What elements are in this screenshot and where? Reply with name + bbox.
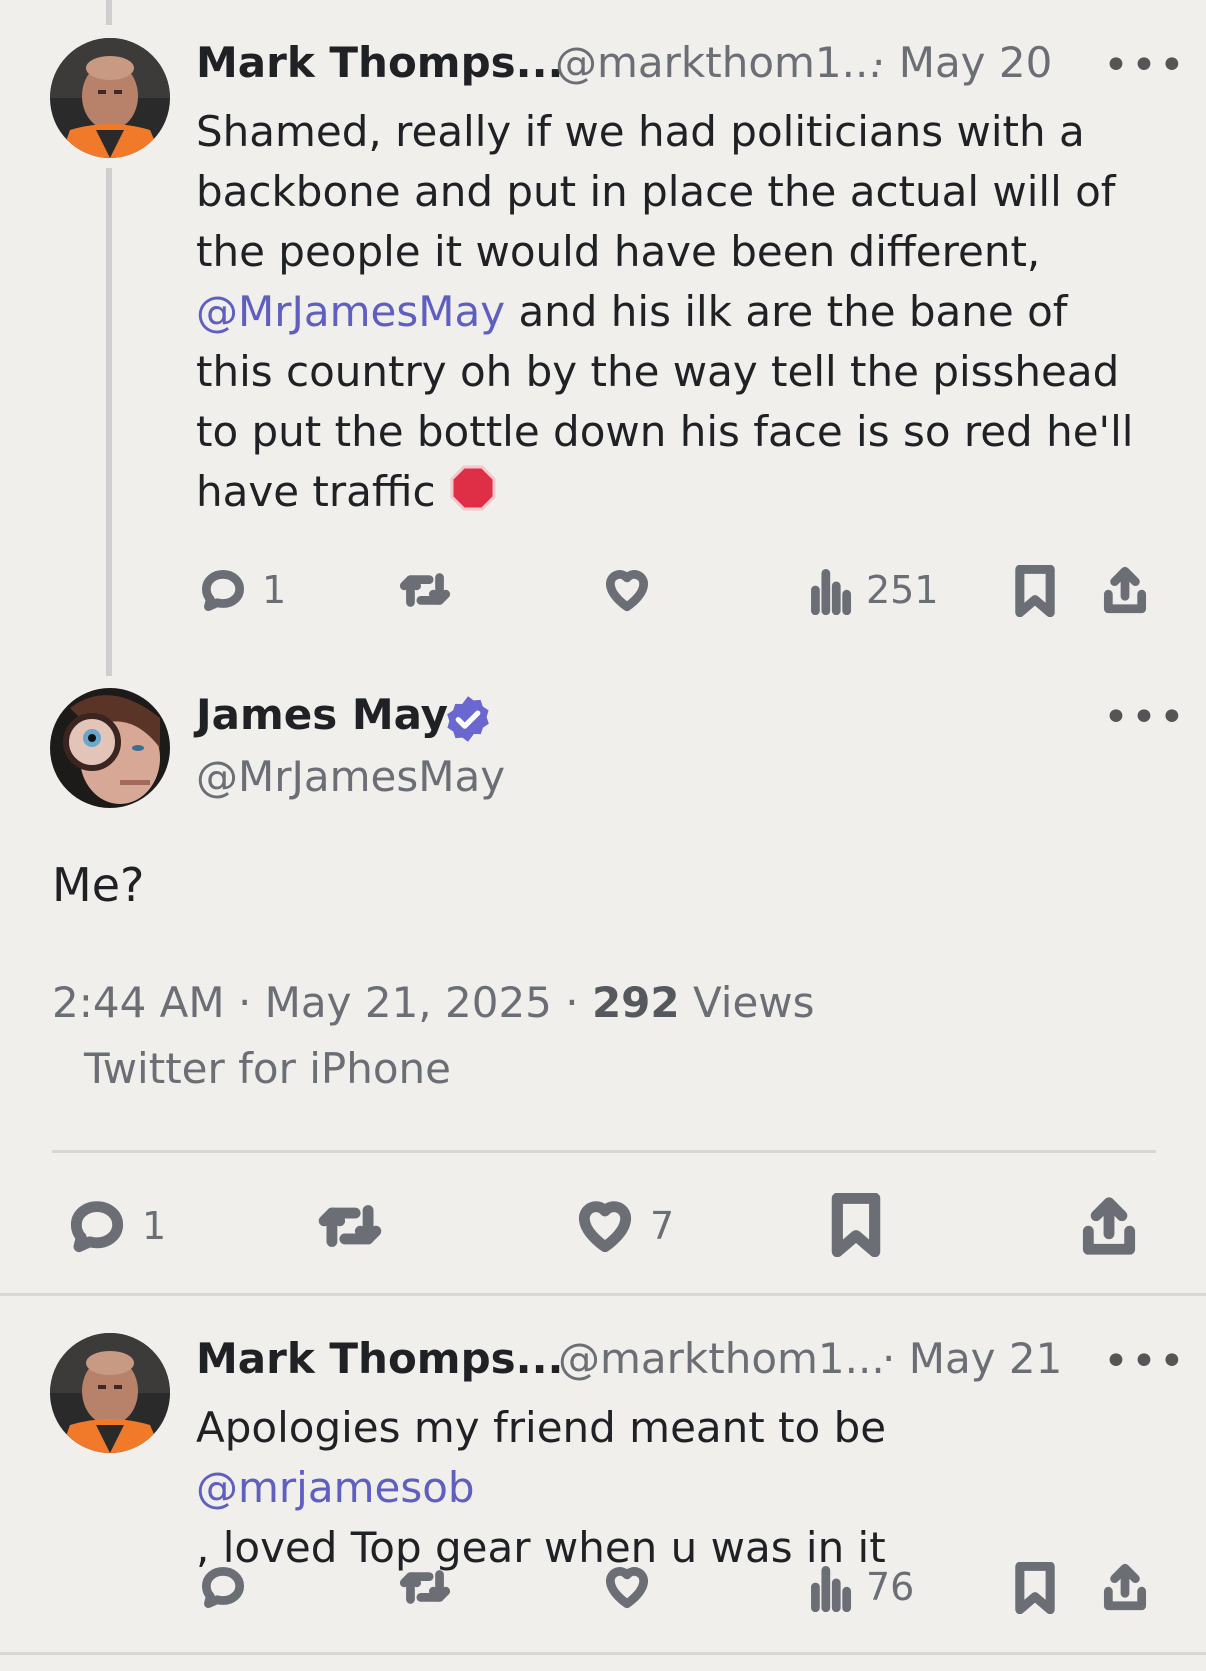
share-button[interactable]	[1078, 1195, 1140, 1257]
bookmark-button[interactable]	[1012, 1562, 1058, 1614]
divider	[0, 1652, 1206, 1655]
reply-count: 1	[142, 1204, 167, 1248]
analytics-icon	[811, 1565, 852, 1612]
like-count: 7	[650, 1204, 675, 1248]
tweet-text-part: Shamed, really if we had politicians wit…	[196, 107, 1116, 276]
reply-icon	[201, 1567, 245, 1609]
avatar-james-may[interactable]	[50, 688, 170, 808]
author-handle[interactable]: @markthom1...	[555, 38, 882, 87]
reply-button[interactable]: 1	[66, 1195, 166, 1257]
mention-link[interactable]: @MrJamesMay	[196, 287, 505, 336]
tweet-time[interactable]: 2:44 AM · May 21, 2025 ·	[52, 978, 592, 1027]
bookmark-button[interactable]	[828, 1193, 884, 1257]
tweet-text: Me?	[52, 858, 145, 912]
author-name[interactable]: Mark Thomps...	[196, 1334, 564, 1383]
heart-icon	[578, 1201, 632, 1253]
retweet-button[interactable]	[398, 1562, 452, 1612]
tweet-text: Apologies my friend meant to be @mrjames…	[196, 1398, 1156, 1578]
share-icon	[1082, 1197, 1136, 1255]
share-button[interactable]	[1100, 565, 1150, 615]
avatar-mark-thompson[interactable]	[50, 1333, 170, 1453]
stop-sign-icon	[449, 464, 497, 528]
verified-badge-icon	[442, 693, 494, 749]
share-icon	[1103, 566, 1147, 614]
tweet-source[interactable]: Twitter for iPhone	[84, 1044, 451, 1093]
reply-button[interactable]	[198, 1562, 248, 1612]
analytics-icon	[811, 568, 852, 615]
retweet-button[interactable]	[316, 1195, 384, 1257]
tweet-timestamp: 2:44 AM · May 21, 2025 · 292 Views	[52, 978, 815, 1027]
like-button[interactable]	[602, 1562, 652, 1612]
views-label: Views	[679, 978, 815, 1027]
tweet-text-part: , loved Top gear when u was in it	[196, 1523, 886, 1572]
divider	[0, 1293, 1206, 1296]
like-button[interactable]	[602, 565, 652, 615]
like-button[interactable]: 7	[574, 1195, 674, 1257]
bookmark-button[interactable]	[1012, 565, 1058, 617]
tweet-text-part: Apologies my friend meant to be	[196, 1403, 887, 1452]
bookmark-icon	[1015, 1562, 1055, 1614]
reply-icon	[201, 570, 245, 612]
tweet-date[interactable]: · May 20	[872, 38, 1052, 87]
retweet-icon	[399, 1570, 451, 1604]
author-handle[interactable]: @markthom1...	[558, 1334, 885, 1383]
retweet-button[interactable]	[398, 565, 452, 615]
retweet-icon	[318, 1205, 382, 1247]
views-button[interactable]: 76	[808, 1562, 914, 1612]
views-button[interactable]: 251	[808, 565, 939, 615]
reply-icon	[70, 1201, 124, 1253]
heart-icon	[605, 570, 649, 612]
avatar-mark-thompson[interactable]	[50, 38, 170, 158]
view-count: 76	[866, 1565, 915, 1609]
tweet-text: Shamed, really if we had politicians wit…	[196, 102, 1156, 528]
reply-button[interactable]: 1	[198, 565, 286, 615]
thread-line-top	[106, 0, 112, 25]
mention-link[interactable]: @mrjamesob	[196, 1463, 475, 1512]
author-handle[interactable]: @MrJamesMay	[196, 752, 505, 801]
bookmark-icon	[831, 1193, 881, 1257]
tweet-date[interactable]: · May 21	[882, 1334, 1062, 1383]
bookmark-icon	[1015, 565, 1055, 617]
divider	[52, 1150, 1156, 1153]
share-button[interactable]	[1100, 1562, 1150, 1612]
more-options-icon[interactable]: •••	[1103, 40, 1187, 91]
author-name[interactable]: James May	[196, 690, 448, 739]
thread-line	[106, 168, 112, 676]
more-options-icon[interactable]: •••	[1103, 692, 1187, 743]
views-count: 292	[591, 978, 680, 1027]
share-icon	[1103, 1563, 1147, 1611]
retweet-icon	[399, 573, 451, 607]
view-count: 251	[866, 568, 939, 612]
author-name[interactable]: Mark Thomps...	[196, 38, 564, 87]
more-options-icon[interactable]: •••	[1103, 1336, 1187, 1387]
heart-icon	[605, 1567, 649, 1609]
reply-count: 1	[262, 568, 287, 612]
